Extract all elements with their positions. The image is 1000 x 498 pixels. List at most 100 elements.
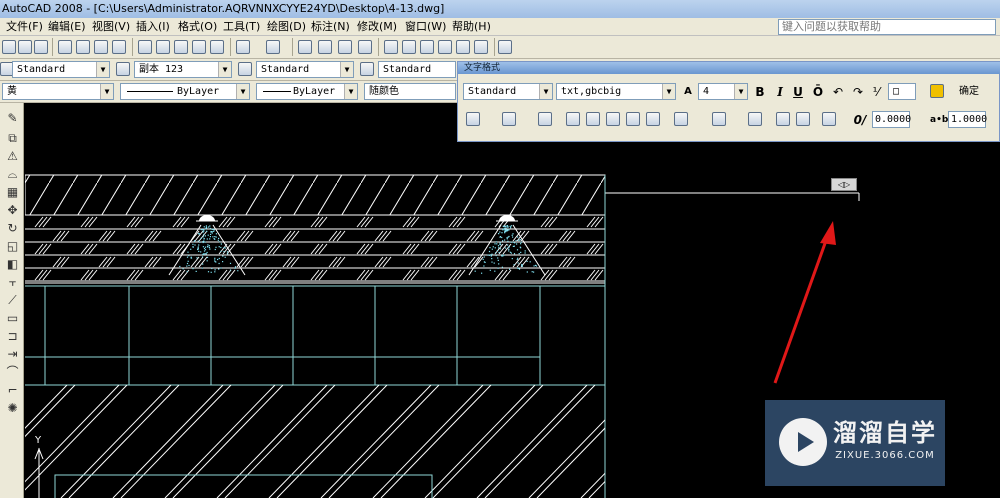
align-center-icon[interactable] — [586, 112, 600, 126]
cut-icon[interactable] — [138, 40, 152, 54]
explode-icon[interactable]: ✺ — [5, 401, 20, 416]
tf-font-select[interactable]: txt,gbcbig ▼ — [556, 83, 676, 100]
bold-button[interactable]: B — [752, 84, 768, 100]
tool-palettes-icon[interactable] — [420, 40, 434, 54]
pan-icon[interactable] — [298, 40, 312, 54]
stack-icon[interactable]: ⅟ — [868, 84, 884, 100]
underline-button[interactable]: U — [790, 84, 806, 100]
menu-tools[interactable]: 工具(T) — [223, 18, 260, 36]
distribute-icon[interactable] — [646, 112, 660, 126]
array-icon[interactable]: ▦ — [5, 185, 20, 200]
lineweight-select[interactable]: ByLayer ▼ — [256, 83, 358, 100]
save-icon[interactable] — [34, 40, 48, 54]
scale-icon[interactable]: ◱ — [5, 239, 20, 254]
tf-style-value: Standard — [468, 86, 517, 97]
menu-window[interactable]: 窗口(W) — [405, 18, 446, 36]
extend-icon[interactable]: ⟋ — [5, 293, 20, 308]
menu-edit[interactable]: 编辑(E) — [48, 18, 86, 36]
trim-icon[interactable]: ⫟ — [5, 275, 20, 290]
table-style-icon[interactable] — [238, 62, 252, 76]
align-right-icon[interactable] — [606, 112, 620, 126]
dim-style-select[interactable]: 副本 123 ▼ — [134, 61, 232, 78]
fillet2-icon[interactable]: ⌐ — [5, 383, 20, 398]
menu-view[interactable]: 视图(V) — [92, 18, 130, 36]
toolbar-separator — [132, 38, 133, 56]
undo-icon[interactable]: ↶ — [830, 84, 846, 100]
quickcalc-icon[interactable] — [474, 40, 488, 54]
ruler-icon[interactable] — [930, 84, 944, 98]
menubar: 文件(F) 编辑(E) 视图(V) 插入(I) 格式(O) 工具(T) 绘图(D… — [0, 18, 1000, 36]
undo-icon[interactable] — [236, 40, 250, 54]
menu-file[interactable]: 文件(F) — [6, 18, 43, 36]
sheet-set-icon[interactable] — [438, 40, 452, 54]
linetype-select[interactable]: ByLayer ▼ — [120, 83, 250, 100]
color-select[interactable]: 随颜色 — [364, 83, 456, 100]
rotate-icon[interactable]: ↻ — [5, 221, 20, 236]
join-icon[interactable]: ⊐ — [5, 329, 20, 344]
redo-icon[interactable]: ↷ — [850, 84, 866, 100]
redo-icon[interactable] — [266, 40, 280, 54]
menu-modify[interactable]: 修改(M) — [357, 18, 397, 36]
block-editor-icon[interactable] — [210, 40, 224, 54]
columns-icon[interactable] — [466, 112, 480, 126]
justify-icon[interactable] — [626, 112, 640, 126]
align-left-icon[interactable] — [566, 112, 580, 126]
design-center-icon[interactable] — [402, 40, 416, 54]
new-file-icon[interactable] — [2, 40, 16, 54]
break-icon[interactable]: ▭ — [5, 311, 20, 326]
menu-dimension[interactable]: 标注(N) — [311, 18, 350, 36]
paste-icon[interactable] — [174, 40, 188, 54]
mleader-style-select[interactable]: Standard — [378, 61, 456, 78]
open-file-icon[interactable] — [18, 40, 32, 54]
tracking-input[interactable]: 1.0000 — [948, 111, 987, 128]
overline-button[interactable]: Ō — [810, 84, 826, 100]
menu-format[interactable]: 格式(O) — [178, 18, 217, 36]
match-properties-icon[interactable] — [192, 40, 206, 54]
menu-draw[interactable]: 绘图(D) — [267, 18, 306, 36]
zoom-window-icon[interactable] — [338, 40, 352, 54]
italic-button[interactable]: I — [772, 84, 788, 100]
markup-icon[interactable] — [456, 40, 470, 54]
symbol-icon[interactable] — [822, 112, 836, 126]
stretch-icon[interactable]: ◧ — [5, 257, 20, 272]
plot-preview-icon[interactable] — [76, 40, 90, 54]
text-style-value: Standard — [17, 64, 66, 75]
copy-object-icon[interactable]: ⧉ — [5, 131, 20, 146]
oblique-angle-input[interactable]: 0.0000 — [872, 111, 911, 128]
mirror-icon[interactable]: ⚠ — [5, 149, 20, 164]
chamfer-icon[interactable]: ⇥ — [5, 347, 20, 362]
publish-icon[interactable] — [94, 40, 108, 54]
table-style-select[interactable]: Standard ▼ — [256, 61, 354, 78]
uppercase-icon[interactable] — [776, 112, 790, 126]
dim-style-icon[interactable] — [116, 62, 130, 76]
numbering-icon[interactable] — [712, 112, 726, 126]
tf-color-select[interactable]: □ — [888, 83, 916, 100]
mleader-style-icon[interactable] — [360, 62, 374, 76]
ok-button[interactable]: 确定 — [954, 84, 984, 100]
text-editor-grip[interactable]: ◁▷ — [831, 178, 857, 191]
tf-height-select[interactable]: 4 ▼ — [698, 83, 748, 100]
menu-insert[interactable]: 插入(I) — [136, 18, 170, 36]
insert-field-icon[interactable] — [748, 112, 762, 126]
plot-icon[interactable] — [58, 40, 72, 54]
copy-icon[interactable] — [156, 40, 170, 54]
erase-icon[interactable]: ✎ — [5, 111, 20, 126]
move-icon[interactable]: ✥ — [5, 203, 20, 218]
lowercase-icon[interactable] — [796, 112, 810, 126]
layer-select[interactable]: 黄 ▼ — [2, 83, 114, 100]
3d-dwf-icon[interactable] — [112, 40, 126, 54]
mtext-justify-icon[interactable] — [502, 112, 516, 126]
line-spacing-icon[interactable] — [674, 112, 688, 126]
properties-icon[interactable] — [384, 40, 398, 54]
tf-style-select[interactable]: Standard ▼ — [463, 83, 553, 100]
help-search-input[interactable]: 键入问题以获取帮助 — [778, 19, 996, 35]
paragraph-icon[interactable] — [538, 112, 552, 126]
zoom-realtime-icon[interactable] — [318, 40, 332, 54]
help-icon[interactable] — [498, 40, 512, 54]
menu-help[interactable]: 帮助(H) — [452, 18, 491, 36]
zoom-previous-icon[interactable] — [358, 40, 372, 54]
fillet-icon[interactable]: ⌒ — [5, 365, 20, 380]
offset-icon[interactable]: ⌓ — [5, 167, 20, 182]
text-style-select[interactable]: Standard ▼ — [12, 61, 110, 78]
text-formatting-title[interactable]: 文字格式 — [458, 62, 1000, 74]
